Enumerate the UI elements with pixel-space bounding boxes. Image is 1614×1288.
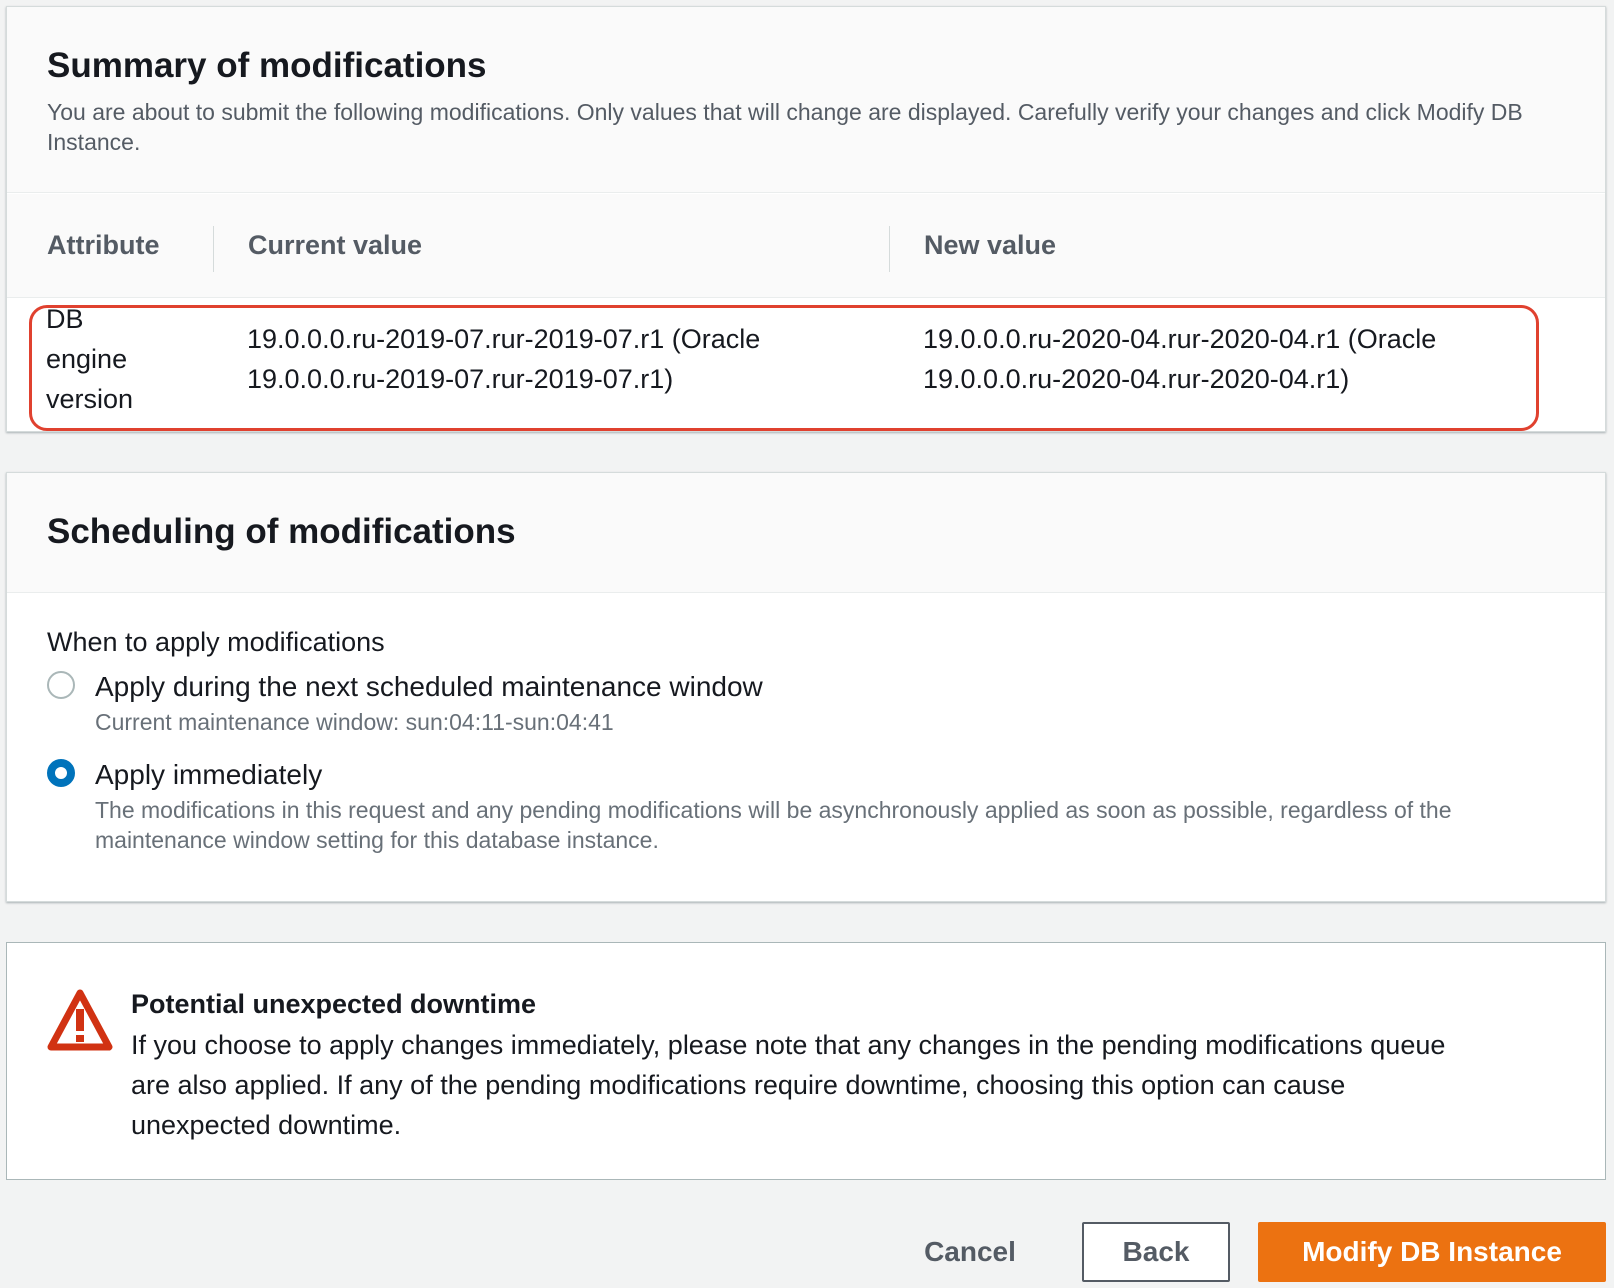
table-row: DB engine version 19.0.0.0.ru-2019-07.ru… xyxy=(7,299,1605,431)
option-label-maintenance-window[interactable]: Apply during the next scheduled maintena… xyxy=(95,671,763,703)
scheduling-title: Scheduling of modifications xyxy=(47,512,516,551)
table-header-row: Attribute Current value New value xyxy=(7,194,1605,298)
radio-maintenance-window[interactable] xyxy=(47,671,75,699)
column-header-attribute: Attribute xyxy=(47,230,160,260)
scheduling-panel: Scheduling of modifications When to appl… xyxy=(6,472,1606,902)
summary-description: You are about to submit the following mo… xyxy=(47,99,1523,155)
current-value-line: 19.0.0.0.ru-2019-07.rur-2019-07.r1 (Orac… xyxy=(247,324,761,354)
summary-panel: Summary of modifications You are about t… xyxy=(6,6,1606,432)
warning-triangle-icon xyxy=(47,989,113,1051)
column-separator xyxy=(889,226,890,272)
apply-modifications-label: When to apply modifications xyxy=(47,627,385,657)
column-separator xyxy=(213,226,214,272)
cancel-button[interactable]: Cancel xyxy=(900,1222,1040,1282)
new-value-cell: 19.0.0.0.ru-2020-04.rur-2020-04.r1 (Orac… xyxy=(923,319,1436,399)
attribute-line: DB xyxy=(46,304,84,334)
option-label-apply-immediately[interactable]: Apply immediately xyxy=(95,759,322,791)
current-value-cell: 19.0.0.0.ru-2019-07.rur-2019-07.r1 (Orac… xyxy=(247,319,760,399)
attribute-line: version xyxy=(46,384,134,414)
summary-title: Summary of modifications xyxy=(47,46,487,85)
new-value-line: 19.0.0.0.ru-2020-04.rur-2020-04.r1 (Orac… xyxy=(923,324,1437,354)
column-header-new-value: New value xyxy=(924,230,1057,260)
new-value-line: 19.0.0.0.ru-2020-04.rur-2020-04.r1) xyxy=(923,364,1350,394)
radio-apply-immediately[interactable] xyxy=(47,759,75,787)
warning-title: Potential unexpected downtime xyxy=(131,989,537,1019)
scheduling-header: Scheduling of modifications xyxy=(7,473,1605,593)
warning-panel: Potential unexpected downtime If you cho… xyxy=(6,942,1606,1180)
warning-text-line: are also applied. If any of the pending … xyxy=(131,1070,1346,1100)
modify-db-instance-button[interactable]: Modify DB Instance xyxy=(1258,1222,1606,1282)
back-button[interactable]: Back xyxy=(1082,1222,1230,1282)
attribute-line: engine xyxy=(46,344,128,374)
summary-header: Summary of modifications You are about t… xyxy=(7,7,1605,193)
column-header-current-value: Current value xyxy=(248,230,423,260)
warning-text: If you choose to apply changes immediate… xyxy=(131,1025,1561,1145)
attribute-cell: DB engine version xyxy=(46,299,133,419)
option-description-maintenance-window: Current maintenance window: sun:04:11-su… xyxy=(95,709,614,735)
warning-text-line: If you choose to apply changes immediate… xyxy=(131,1030,1446,1060)
current-value-line: 19.0.0.0.ru-2019-07.rur-2019-07.r1) xyxy=(247,364,674,394)
option-description-apply-immediately: The modifications in this request and an… xyxy=(95,797,1452,853)
warning-text-line: unexpected downtime. xyxy=(131,1110,402,1140)
